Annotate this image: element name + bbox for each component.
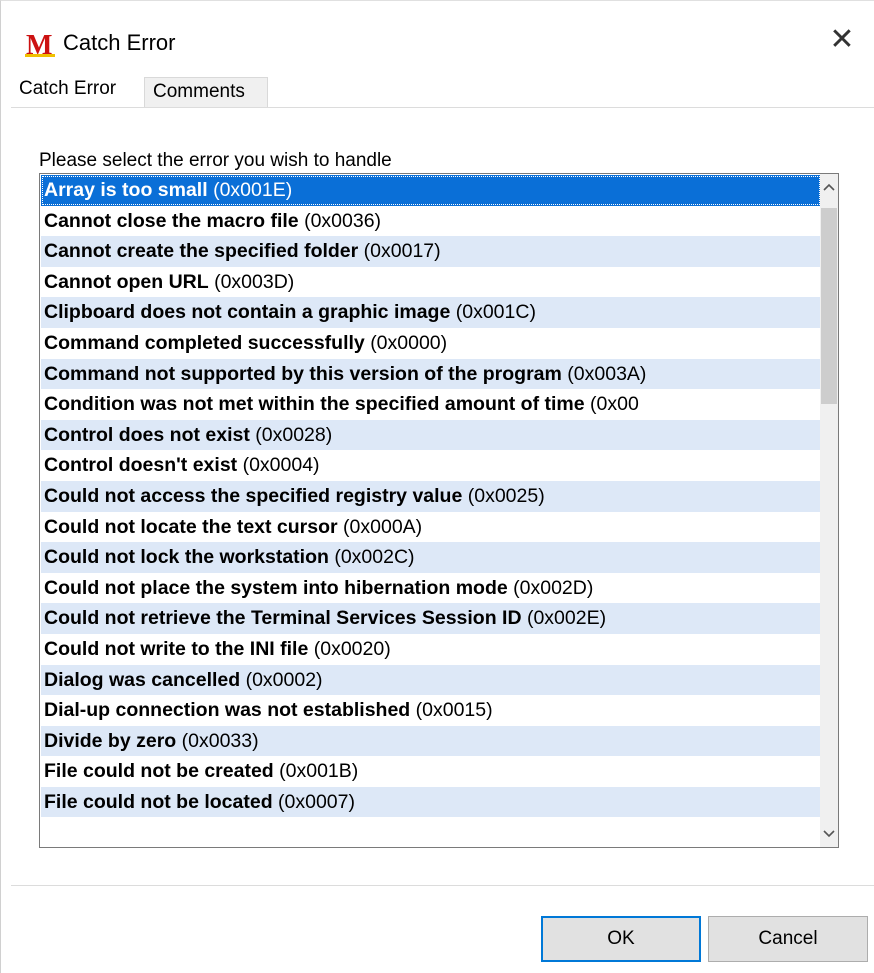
- tab-strip: Catch Error Comments: [11, 73, 874, 107]
- error-name: Dial-up connection was not established: [44, 699, 411, 722]
- error-code: (0x0002): [245, 668, 323, 691]
- error-list-item[interactable]: Dial-up connection was not established (…: [41, 695, 821, 726]
- error-code: (0x00: [590, 393, 639, 416]
- error-list-item[interactable]: Dialog was cancelled (0x0002): [41, 664, 821, 696]
- error-code: (0x003D): [214, 270, 295, 293]
- error-list-item[interactable]: Could not write to the INI file (0x0020): [41, 634, 821, 665]
- error-name: Could not access the specified registry …: [44, 484, 463, 507]
- error-code: (0x0020): [313, 637, 391, 660]
- error-list-item[interactable]: Array is too small (0x001E): [41, 175, 821, 206]
- error-list-item[interactable]: Command completed successfully (0x0000): [41, 328, 821, 359]
- error-name: Could not locate the text cursor: [44, 515, 338, 538]
- error-code: (0x0004): [242, 454, 320, 477]
- error-list-item[interactable]: Could not retrieve the Terminal Services…: [41, 603, 821, 634]
- error-list-item[interactable]: Could not locate the text cursor (0x000A…: [41, 512, 821, 543]
- error-list-item[interactable]: Control does not exist (0x0028): [41, 419, 821, 451]
- error-name: Command completed successfully: [44, 331, 365, 354]
- error-name: Control does not exist: [44, 423, 250, 446]
- tab-comments[interactable]: Comments: [144, 77, 268, 107]
- error-code: (0x0028): [255, 423, 333, 446]
- error-name: Could not write to the INI file: [44, 637, 309, 660]
- tab-catch-error[interactable]: Catch Error: [11, 73, 144, 107]
- error-name: Array is too small: [44, 179, 208, 201]
- scroll-up-arrow-icon[interactable]: [820, 178, 838, 198]
- error-list-item[interactable]: Control doesn't exist (0x0004): [41, 450, 821, 481]
- title-bar: M Catch Error ✕: [1, 1, 874, 73]
- ok-button[interactable]: OK: [541, 916, 701, 962]
- error-name: Clipboard does not contain a graphic ima…: [44, 301, 451, 324]
- error-list-item[interactable]: Cannot create the specified folder (0x00…: [41, 236, 821, 267]
- error-name: File could not be created: [44, 760, 274, 783]
- error-list-item[interactable]: Clipboard does not contain a graphic ima…: [41, 297, 821, 328]
- close-icon[interactable]: ✕: [825, 23, 859, 57]
- app-logo-icon: M: [25, 30, 55, 59]
- error-code: (0x0017): [363, 240, 441, 263]
- error-list-item[interactable]: Command not supported by this version of…: [41, 358, 821, 390]
- svg-text:M: M: [26, 30, 52, 59]
- footer-divider: [11, 885, 874, 886]
- error-code: (0x003A): [567, 362, 647, 385]
- error-listbox[interactable]: Array is too small (0x001E) Cannot close …: [39, 173, 839, 848]
- error-code: (0x0000): [370, 331, 448, 354]
- scroll-down-arrow-icon[interactable]: [820, 825, 838, 845]
- error-list-item[interactable]: Could not lock the workstation (0x002C): [41, 542, 821, 573]
- error-code: (0x001B): [279, 760, 359, 783]
- error-name: File could not be located: [44, 790, 273, 813]
- vertical-scrollbar[interactable]: [820, 174, 838, 847]
- error-code: (0x002E): [526, 607, 607, 630]
- error-name: Cannot close the macro file: [44, 209, 299, 232]
- error-list-item[interactable]: Cannot close the macro file (0x0036): [41, 206, 821, 237]
- error-name: Condition was not met within the specifi…: [44, 393, 585, 416]
- catch-error-dialog: M Catch Error ✕ Catch Error Comments Ple…: [0, 0, 874, 973]
- error-name: Dialog was cancelled: [44, 668, 241, 691]
- cancel-button[interactable]: Cancel: [708, 916, 868, 962]
- error-list-item[interactable]: Cannot open URL (0x003D): [41, 267, 821, 298]
- error-list-item[interactable]: Condition was not met within the specifi…: [41, 389, 821, 420]
- error-name: Could not lock the workstation: [44, 546, 329, 569]
- error-code: (0x002D): [513, 576, 594, 599]
- error-code: (0x0015): [415, 699, 493, 722]
- select-error-label: Please select the error you wish to hand…: [39, 150, 392, 171]
- window-title: Catch Error: [63, 30, 176, 55]
- error-name: Cannot create the specified folder: [44, 240, 359, 263]
- error-code: (0x0036): [304, 209, 382, 232]
- error-list-item[interactable]: File could not be created (0x001B): [41, 756, 821, 787]
- error-list-item[interactable]: Could not access the specified registry …: [41, 480, 821, 512]
- error-list-item[interactable]: Divide by zero (0x0033): [41, 725, 821, 757]
- error-code: (0x002C): [334, 546, 415, 569]
- error-list-item[interactable]: Could not place the system into hibernat…: [41, 573, 821, 604]
- error-name: Cannot open URL: [44, 270, 209, 293]
- error-code: (0x0007): [278, 790, 355, 813]
- error-name: Could not retrieve the Terminal Services…: [44, 607, 522, 630]
- error-name: Could not place the system into hibernat…: [44, 576, 508, 599]
- error-name: Command not supported by this version of…: [44, 362, 562, 385]
- error-list-item[interactable]: File could not be located (0x0007): [41, 786, 821, 818]
- error-code: (0x001E): [213, 179, 293, 201]
- error-code: (0x000A): [343, 515, 423, 538]
- error-code: (0x001C): [455, 301, 536, 324]
- scrollbar-thumb[interactable]: [821, 208, 837, 404]
- error-list: Array is too small (0x001E) Cannot close …: [41, 175, 821, 818]
- error-name: Divide by zero: [44, 729, 177, 752]
- error-code: (0x0025): [467, 484, 545, 507]
- error-name: Control doesn't exist: [44, 454, 238, 477]
- error-code: (0x0033): [181, 729, 259, 752]
